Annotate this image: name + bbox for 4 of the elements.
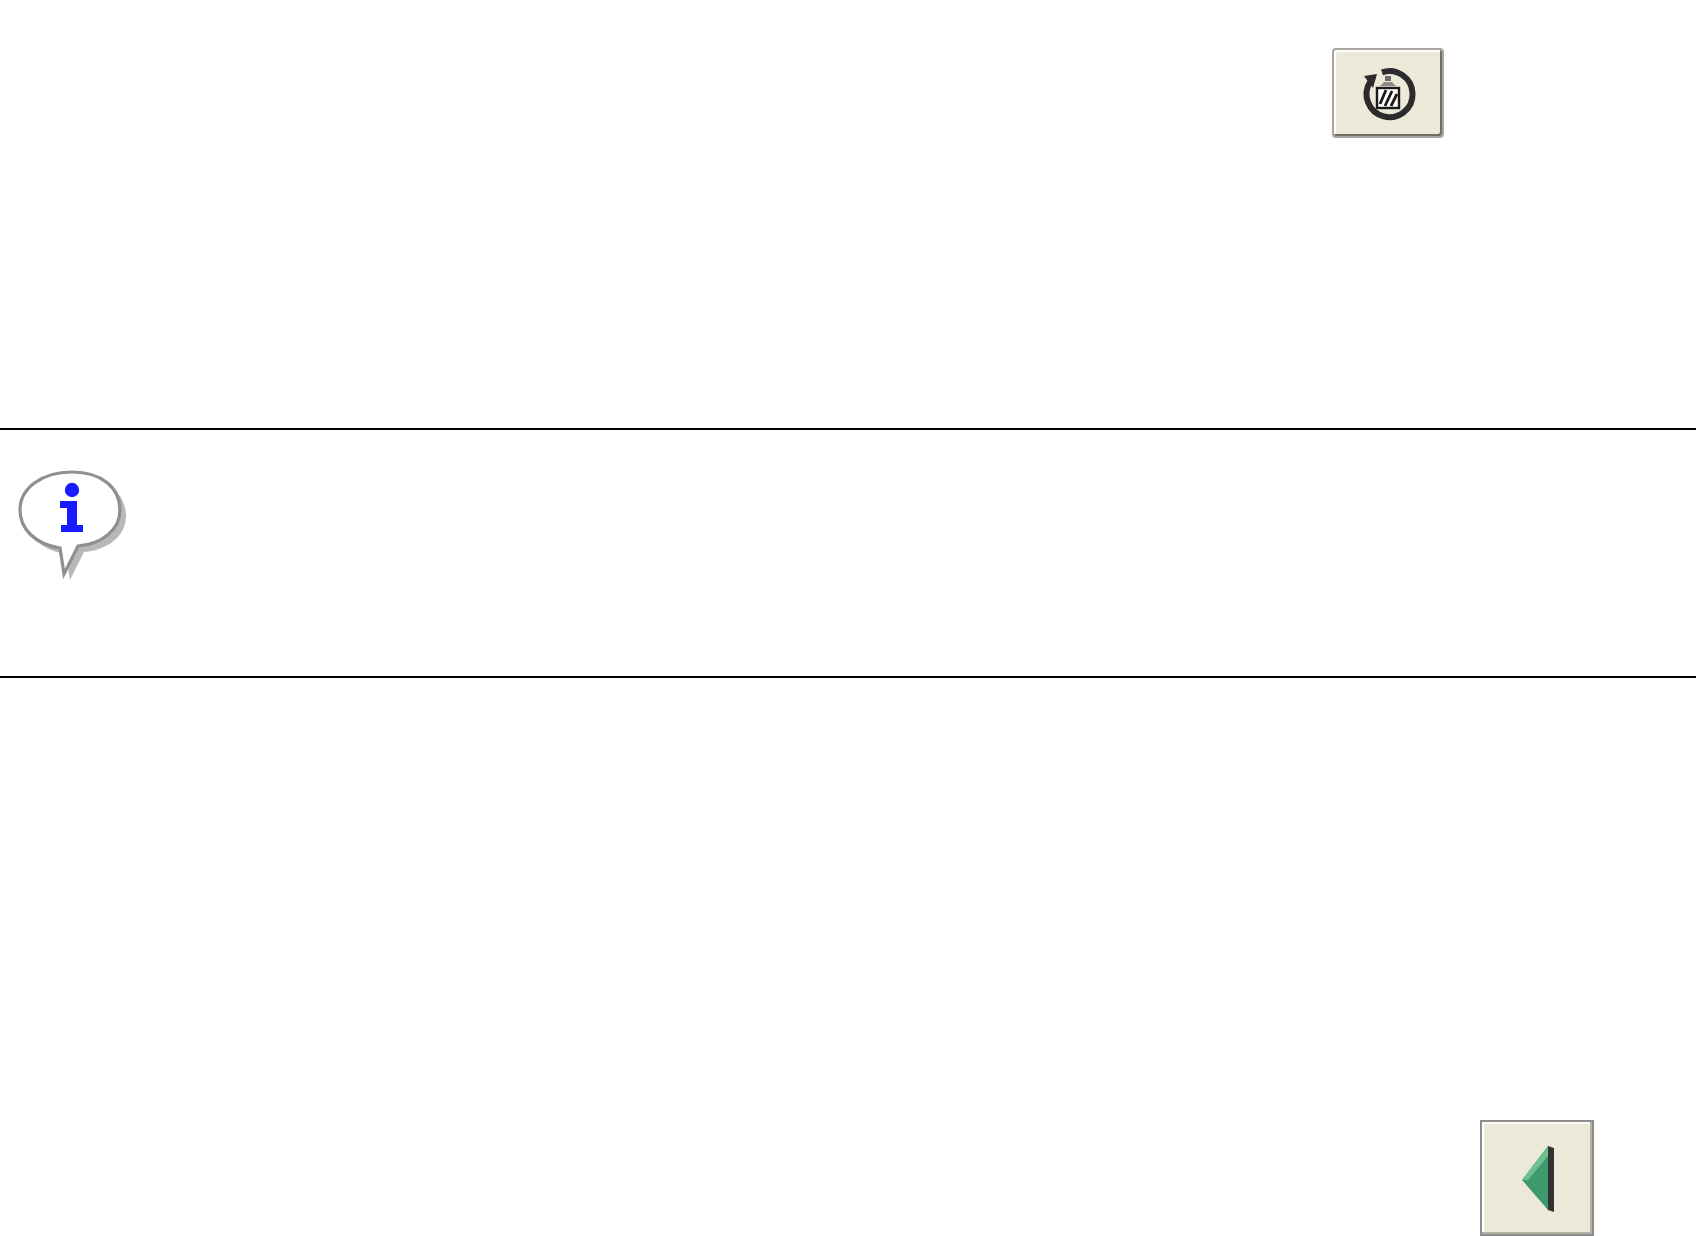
reset-button[interactable] — [1332, 48, 1444, 138]
left-triangle-icon — [1521, 1145, 1553, 1211]
circular-arrow-icon — [1358, 63, 1418, 123]
back-button[interactable] — [1480, 1120, 1594, 1236]
